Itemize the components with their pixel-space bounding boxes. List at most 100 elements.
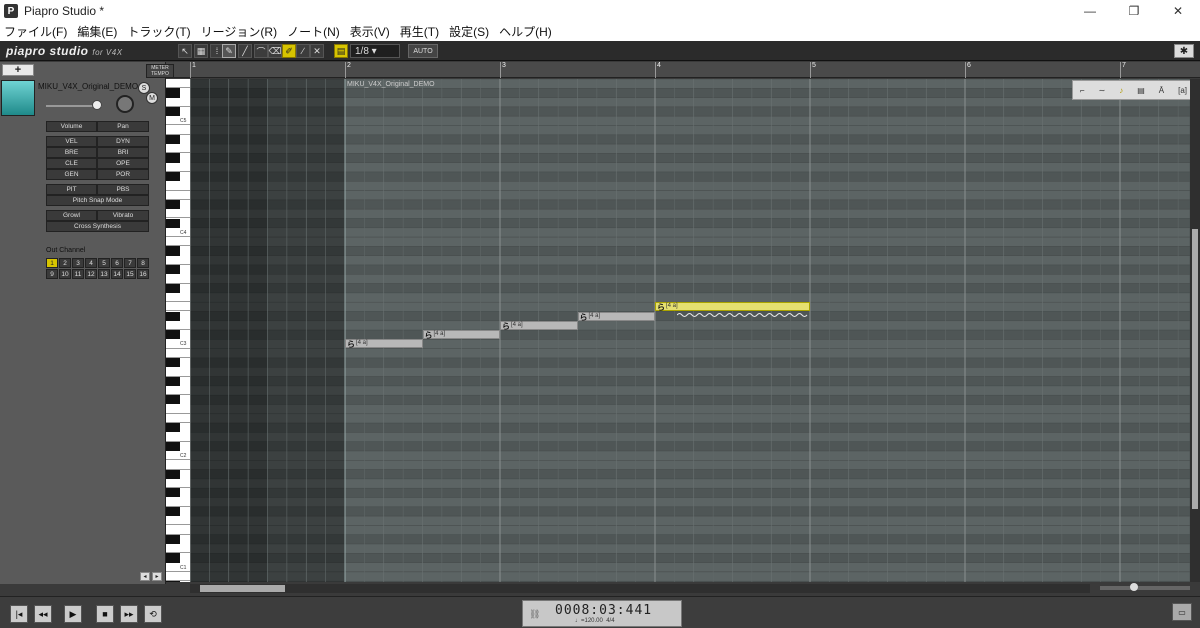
piano-black-key[interactable] [166, 199, 180, 210]
screen-mode-icon[interactable]: ▭ [1172, 603, 1192, 621]
piano-white-key[interactable] [166, 190, 190, 200]
track-row[interactable]: MIKU_V4X_Original_DEMO S M [0, 80, 166, 120]
piano-white-key[interactable] [166, 404, 190, 414]
piano-black-key[interactable] [166, 153, 180, 163]
piano-black-key[interactable] [166, 423, 180, 433]
piano-white-key[interactable] [166, 385, 190, 396]
out-channel-13[interactable]: 13 [98, 269, 110, 279]
param-bri[interactable]: BRI [97, 147, 149, 158]
piano-white-key[interactable] [166, 292, 190, 303]
menu-help[interactable]: ヘルプ(H) [499, 23, 552, 40]
stop-icon[interactable]: ■ [96, 605, 114, 623]
piano-white-key[interactable] [166, 525, 190, 535]
link-icon[interactable]: ⛓ [529, 609, 540, 620]
note[interactable]: ら [4 a] [422, 330, 500, 340]
menu-edit[interactable]: 編集(E) [77, 23, 117, 40]
piano-white-key[interactable] [166, 478, 190, 489]
out-channel-8[interactable]: 8 [137, 258, 149, 268]
snap-grid-icon[interactable]: ▤ [334, 44, 348, 58]
piano-white-key[interactable] [166, 348, 190, 358]
out-channel-1[interactable]: 1 [46, 258, 58, 268]
menu-region[interactable]: リージョン(R) [201, 23, 277, 40]
param-pit[interactable]: PIT [46, 184, 97, 195]
gear-icon[interactable]: ✱ [1174, 44, 1194, 58]
highlighter-tool-icon[interactable]: ✐ [282, 44, 296, 58]
horizontal-scrollbar[interactable] [190, 584, 1090, 593]
mute-button[interactable]: M [146, 92, 158, 104]
param-pan[interactable]: Pan [97, 121, 149, 132]
piano-white-key[interactable] [166, 97, 190, 107]
param-gen[interactable]: GEN [46, 169, 97, 180]
track-name[interactable]: MIKU_V4X_Original_DEMO [38, 82, 138, 91]
piano-black-key[interactable] [166, 134, 180, 145]
out-channel-12[interactable]: 12 [85, 269, 97, 279]
pencil-tool-icon[interactable]: ✎ [222, 44, 236, 58]
piano-white-key[interactable] [166, 544, 190, 554]
piano-black-key[interactable] [166, 506, 180, 517]
piano-black-key[interactable] [166, 246, 180, 256]
param-volume[interactable]: Volume [46, 121, 97, 132]
pitch-snap-mode-button[interactable]: Pitch Snap Mode [46, 195, 149, 206]
auto-button[interactable]: AUTO [408, 44, 438, 58]
close-icon[interactable]: ✕ [1156, 0, 1200, 22]
piano-black-key[interactable] [166, 553, 180, 563]
piano-black-key[interactable] [166, 469, 180, 479]
piano-white-key[interactable] [166, 432, 190, 442]
piano-black-key[interactable] [166, 441, 180, 451]
param-growl[interactable]: Growl [46, 210, 97, 221]
out-channel-9[interactable]: 9 [46, 269, 58, 279]
menu-play[interactable]: 再生(T) [400, 23, 439, 40]
play-icon[interactable]: ▶ [64, 605, 82, 623]
out-channel-6[interactable]: 6 [111, 258, 123, 268]
piano-white-key[interactable] [166, 125, 190, 135]
out-channel-16[interactable]: 16 [137, 269, 149, 279]
out-channel-14[interactable]: 14 [111, 269, 123, 279]
cross-synthesis-button[interactable]: Cross Synthesis [46, 221, 149, 232]
out-channel-3[interactable]: 3 [72, 258, 84, 268]
out-channel-5[interactable]: 5 [98, 258, 110, 268]
phoneme-display-icon[interactable]: [a] [1178, 86, 1187, 95]
zoom-slider[interactable] [1100, 583, 1190, 591]
loop-icon[interactable]: ⟲ [144, 605, 162, 623]
piano-black-key[interactable] [166, 218, 180, 228]
vertical-scrollbar[interactable] [1190, 79, 1200, 582]
param-bre[interactable]: BRE [46, 147, 97, 158]
horizontal-scroll-thumb[interactable] [200, 585, 285, 592]
piano-white-key[interactable] [166, 209, 190, 219]
param-cle[interactable]: CLE [46, 158, 97, 169]
out-channel-2[interactable]: 2 [59, 258, 71, 268]
piano-keyboard[interactable]: C5 C4 C3 C2 C1 [166, 79, 190, 582]
add-track-button[interactable]: + [2, 64, 34, 76]
out-channel-11[interactable]: 11 [72, 269, 84, 279]
mute-tool-icon[interactable]: ✕ [310, 44, 324, 58]
scroll-right-icon[interactable]: ▸ [152, 572, 162, 581]
piano-white-key[interactable] [166, 144, 190, 154]
curve-tool-icon[interactable]: ⌒ [254, 44, 268, 58]
piano-black-key[interactable] [166, 172, 180, 182]
piano-black-key[interactable] [166, 330, 180, 340]
vertical-scroll-thumb[interactable] [1192, 229, 1198, 509]
out-channel-15[interactable]: 15 [124, 269, 136, 279]
menu-file[interactable]: ファイル(F) [4, 23, 67, 40]
piano-black-key[interactable] [166, 358, 180, 368]
tempo-display[interactable]: ♩=120.00 4/4 [575, 618, 615, 624]
timeline-ruler[interactable]: 1 2 3 4 5 6 7 [190, 62, 1200, 78]
track-display-icon[interactable]: ▤ [1137, 86, 1145, 95]
menu-view[interactable]: 表示(V) [350, 23, 390, 40]
lyric-display-icon[interactable]: Ā [1159, 86, 1164, 95]
piano-white-key[interactable] [166, 162, 190, 172]
param-por[interactable]: POR [97, 169, 149, 180]
scroll-left-icon[interactable]: ◂ [140, 572, 150, 581]
piano-white-key[interactable] [166, 516, 190, 526]
note[interactable]: ら [4 a] [345, 339, 423, 349]
piano-black-key[interactable] [166, 581, 180, 582]
piano-black-key[interactable] [166, 488, 180, 498]
param-ope[interactable]: OPE [97, 158, 149, 169]
speaker-icon[interactable]: ♪ [1119, 86, 1123, 95]
piano-black-key[interactable] [166, 311, 180, 321]
piano-black-key[interactable] [166, 88, 180, 98]
piano-white-key[interactable] [166, 497, 190, 507]
zoom-slider-handle[interactable] [1130, 583, 1138, 591]
piano-white-key[interactable] [166, 320, 190, 331]
minimize-icon[interactable]: — [1068, 0, 1112, 22]
